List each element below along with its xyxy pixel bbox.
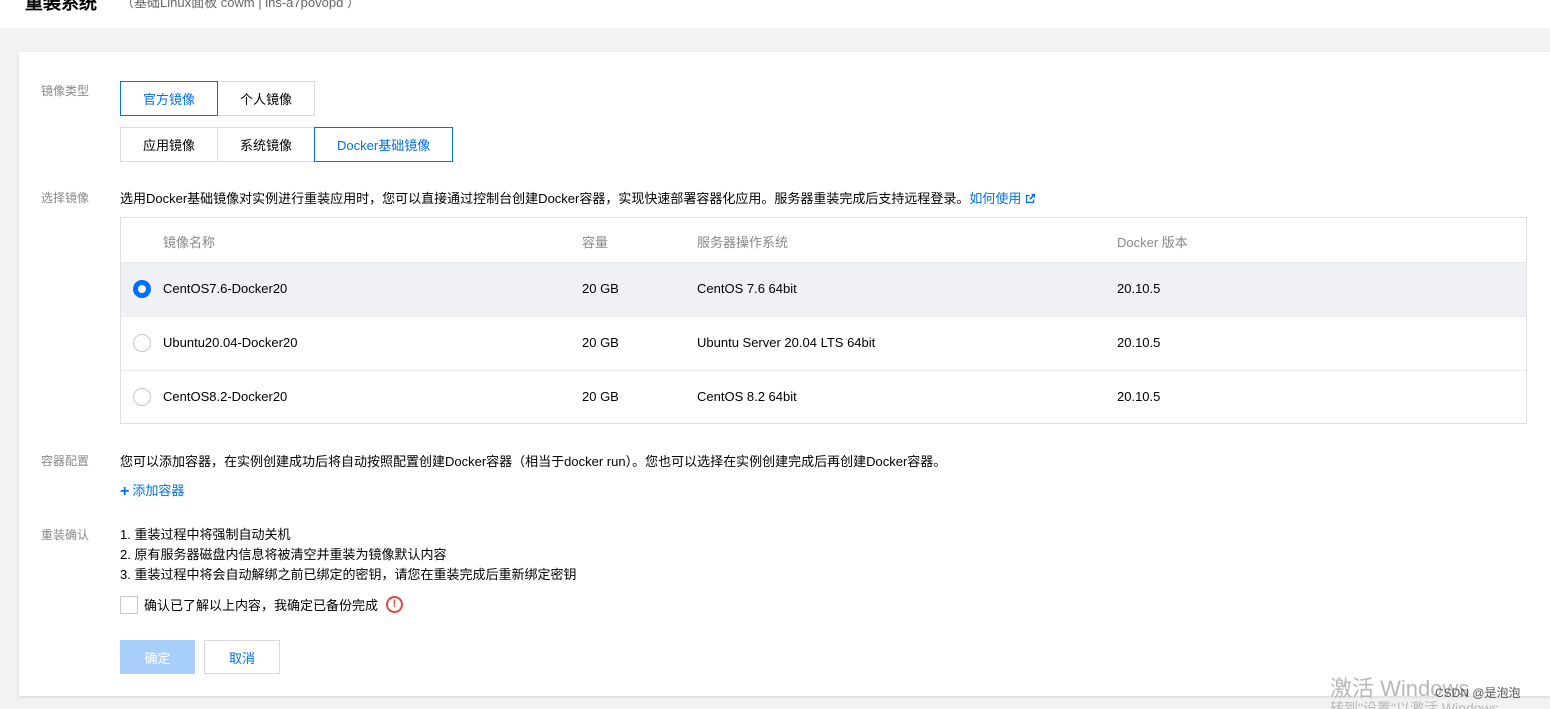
- reinstall-panel: 镜像类型 官方镜像 个人镜像 应用镜像 系统镜像 Docker基础镜像 选择镜像…: [19, 52, 1550, 696]
- image-docker-version-cell: 20.10.5: [1117, 335, 1161, 350]
- confirm-backup-checkbox[interactable]: [120, 595, 138, 614]
- container-config-label: 容器配置: [41, 454, 90, 468]
- image-os-cell: Ubuntu Server 20.04 LTS 64bit: [697, 335, 876, 350]
- image-radio[interactable]: [133, 334, 151, 352]
- confirm-button[interactable]: 确定: [120, 640, 195, 674]
- table-row[interactable]: Ubuntu20.04-Docker20 20 GB Ubuntu Server…: [121, 317, 1526, 371]
- image-category-tabs: 应用镜像 系统镜像 Docker基础镜像: [120, 127, 454, 162]
- tab-system-image[interactable]: 系统镜像: [217, 127, 316, 162]
- tab-official-image[interactable]: 官方镜像: [120, 81, 219, 116]
- image-name-cell: CentOS7.6-Docker20: [163, 281, 288, 296]
- tab-personal-image[interactable]: 个人镜像: [217, 81, 316, 116]
- confirm-row: 确认已了解以上内容，我确定已备份完成 !: [120, 595, 404, 614]
- note-item: 1. 重装过程中将强制自动关机: [120, 527, 291, 542]
- image-size-cell: 20 GB: [582, 281, 619, 296]
- image-radio-selected[interactable]: [133, 280, 151, 298]
- tab-docker-image[interactable]: Docker基础镜像: [314, 127, 454, 162]
- page-subtitle: （基础Linux面板 cowm | ins-a7povopd ）: [121, 0, 360, 10]
- add-container-button[interactable]: + 添加容器: [120, 480, 184, 501]
- image-size-cell: 20 GB: [582, 389, 619, 404]
- col-header-docker-version: Docker 版本: [1117, 235, 1188, 250]
- external-link-icon[interactable]: [1025, 193, 1036, 204]
- cancel-button[interactable]: 取消: [204, 640, 280, 674]
- col-header-image-name: 镜像名称: [163, 235, 216, 250]
- image-docker-version-cell: 20.10.5: [1117, 389, 1161, 404]
- tab-app-image[interactable]: 应用镜像: [120, 127, 219, 162]
- docker-image-description-text: 选用Docker基础镜像对实例进行重装应用时，您可以直接通过控制台创建Docke…: [120, 191, 970, 206]
- image-os-cell: CentOS 7.6 64bit: [697, 281, 797, 296]
- col-header-size: 容量: [582, 235, 609, 250]
- image-name-cell: Ubuntu20.04-Docker20: [163, 335, 298, 350]
- image-source-tabs: 官方镜像 个人镜像: [120, 81, 316, 116]
- windows-activation-hint: 转到"设置"以激活 Windows。: [1330, 700, 1513, 709]
- image-docker-version-cell: 20.10.5: [1117, 281, 1161, 296]
- plus-icon: +: [120, 483, 130, 500]
- image-type-label: 镜像类型: [41, 84, 90, 98]
- image-size-cell: 20 GB: [582, 335, 619, 350]
- warning-icon: !: [386, 596, 404, 613]
- page-header: 重装系统 （基础Linux面板 cowm | ins-a7povopd ）: [0, 0, 1550, 28]
- image-radio[interactable]: [133, 388, 151, 406]
- table-row[interactable]: CentOS8.2-Docker20 20 GB CentOS 8.2 64bi…: [121, 371, 1526, 425]
- select-image-label: 选择镜像: [41, 191, 90, 205]
- confirm-backup-label[interactable]: 确认已了解以上内容，我确定已备份完成: [144, 595, 378, 614]
- page-title: 重装系统: [25, 0, 97, 13]
- reinstall-notes: 1. 重装过程中将强制自动关机 2. 原有服务器磁盘内信息将被清空并重装为镜像默…: [120, 525, 576, 585]
- image-os-cell: CentOS 8.2 64bit: [697, 389, 797, 404]
- select-image-description: 选用Docker基础镜像对实例进行重装应用时，您可以直接通过控制台创建Docke…: [120, 188, 1036, 207]
- table-row[interactable]: CentOS7.6-Docker20 20 GB CentOS 7.6 64bi…: [121, 263, 1526, 317]
- reinstall-confirm-label: 重装确认: [41, 528, 90, 542]
- how-to-use-link[interactable]: 如何使用: [969, 191, 1021, 206]
- add-container-label: 添加容器: [132, 483, 185, 498]
- container-config-description: 您可以添加容器，在实例创建成功后将自动按照配置创建Docker容器（相当于doc…: [120, 454, 947, 469]
- note-item: 2. 原有服务器磁盘内信息将被清空并重装为镜像默认内容: [120, 547, 447, 562]
- note-item: 3. 重装过程中将会自动解绑之前已绑定的密钥，请您在重装完成后重新绑定密钥: [120, 567, 577, 582]
- table-header: 镜像名称 容量 服务器操作系统 Docker 版本: [121, 218, 1526, 263]
- image-name-cell: CentOS8.2-Docker20: [163, 389, 288, 404]
- image-table: 镜像名称 容量 服务器操作系统 Docker 版本 CentOS7.6-Dock…: [120, 217, 1527, 424]
- col-header-os: 服务器操作系统: [697, 235, 789, 250]
